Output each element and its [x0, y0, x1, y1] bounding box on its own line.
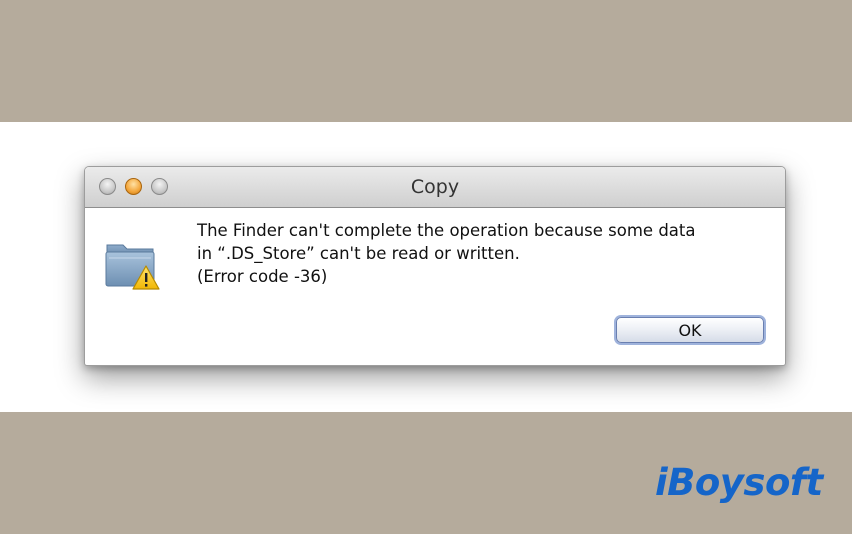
page: Copy The Finder can't complete the opera… — [0, 0, 852, 534]
error-dialog: Copy The Finder can't complete the opera… — [84, 166, 786, 366]
message-line: in “.DS_Store” can't be read or written. — [197, 244, 520, 263]
message-line: The Finder can't complete the operation … — [197, 221, 696, 240]
brand-logo: iBoysoft — [655, 461, 823, 504]
title-bar[interactable]: Copy — [85, 167, 785, 208]
folder-warning-icon — [105, 244, 160, 290]
message-line: (Error code -36) — [197, 267, 328, 286]
error-message: The Finder can't complete the operation … — [197, 219, 767, 288]
ok-button[interactable]: OK — [616, 317, 764, 343]
dialog-title: Copy — [410, 176, 460, 198]
